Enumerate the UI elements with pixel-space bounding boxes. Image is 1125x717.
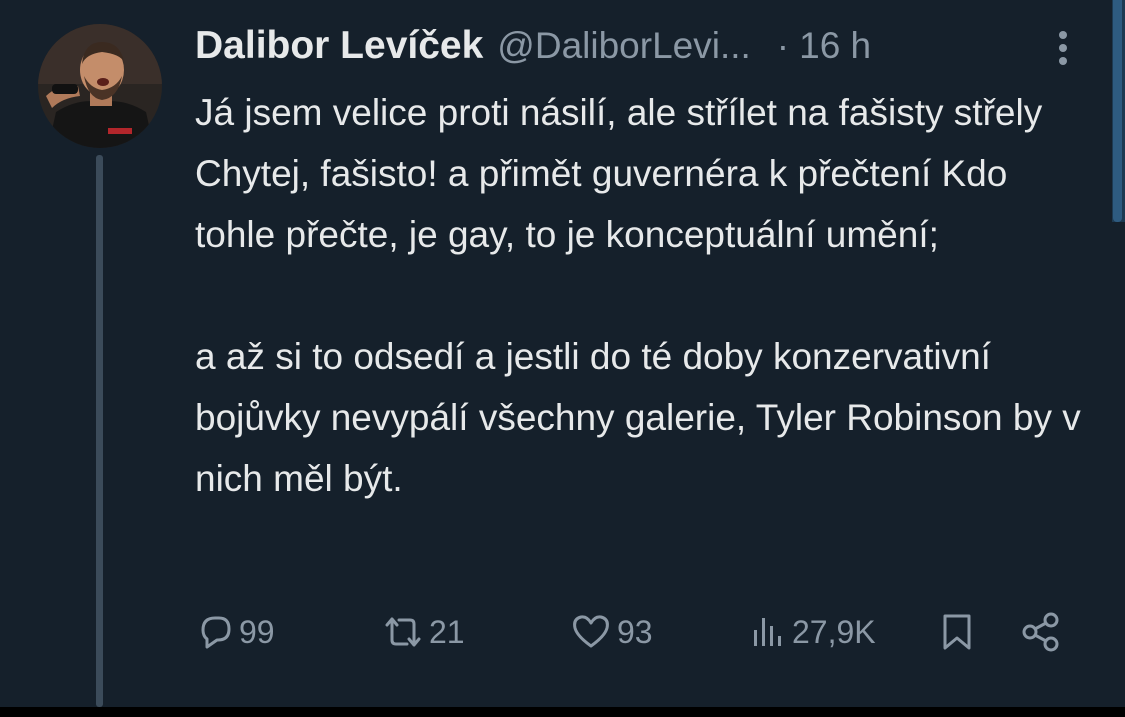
reply-count: 99 [239, 613, 275, 650]
separator-dot: · [776, 25, 790, 66]
avatar[interactable] [38, 24, 162, 148]
thread-connector-line [96, 155, 103, 707]
share-icon [1022, 612, 1059, 652]
more-vertical-icon [1059, 31, 1067, 65]
bookmark-button[interactable] [937, 604, 977, 660]
tweet-paragraph: Já jsem velice proti násilí, ale střílet… [195, 92, 1043, 255]
more-options-button[interactable] [1046, 26, 1080, 70]
share-button[interactable] [1019, 604, 1063, 660]
action-bar: 99 21 93 27,9K [195, 604, 1075, 660]
views-count: 27,9K [792, 613, 876, 650]
user-handle[interactable]: @DaliborLevi... [497, 25, 751, 67]
reply-bubble-icon [201, 616, 231, 649]
avatar-photo [38, 24, 162, 148]
retweet-icon [385, 617, 421, 647]
tweet-header: Dalibor Levíček @DaliborLevi... · 16 h [195, 18, 871, 74]
bookmark-icon [943, 614, 971, 650]
views-button[interactable]: 27,9K [748, 604, 876, 660]
like-count: 93 [617, 613, 653, 650]
timestamp[interactable]: 16 h [799, 25, 871, 67]
bottom-edge [0, 707, 1125, 717]
reply-button[interactable]: 99 [195, 604, 275, 660]
tweet-text: Já jsem velice proti násilí, ale střílet… [195, 82, 1095, 509]
tweet-card[interactable]: Dalibor Levíček @DaliborLevi... · 16 h J… [0, 0, 1125, 707]
views-bar-chart-icon [754, 618, 781, 646]
tweet-paragraph: a až si to odsedí a jestli do té doby ko… [195, 336, 1081, 499]
scroll-thumb[interactable] [1113, 0, 1122, 222]
like-button[interactable]: 93 [569, 604, 653, 660]
retweet-count: 21 [429, 613, 465, 650]
heart-icon [573, 615, 609, 648]
retweet-button[interactable]: 21 [381, 604, 465, 660]
display-name[interactable]: Dalibor Levíček [195, 24, 483, 68]
